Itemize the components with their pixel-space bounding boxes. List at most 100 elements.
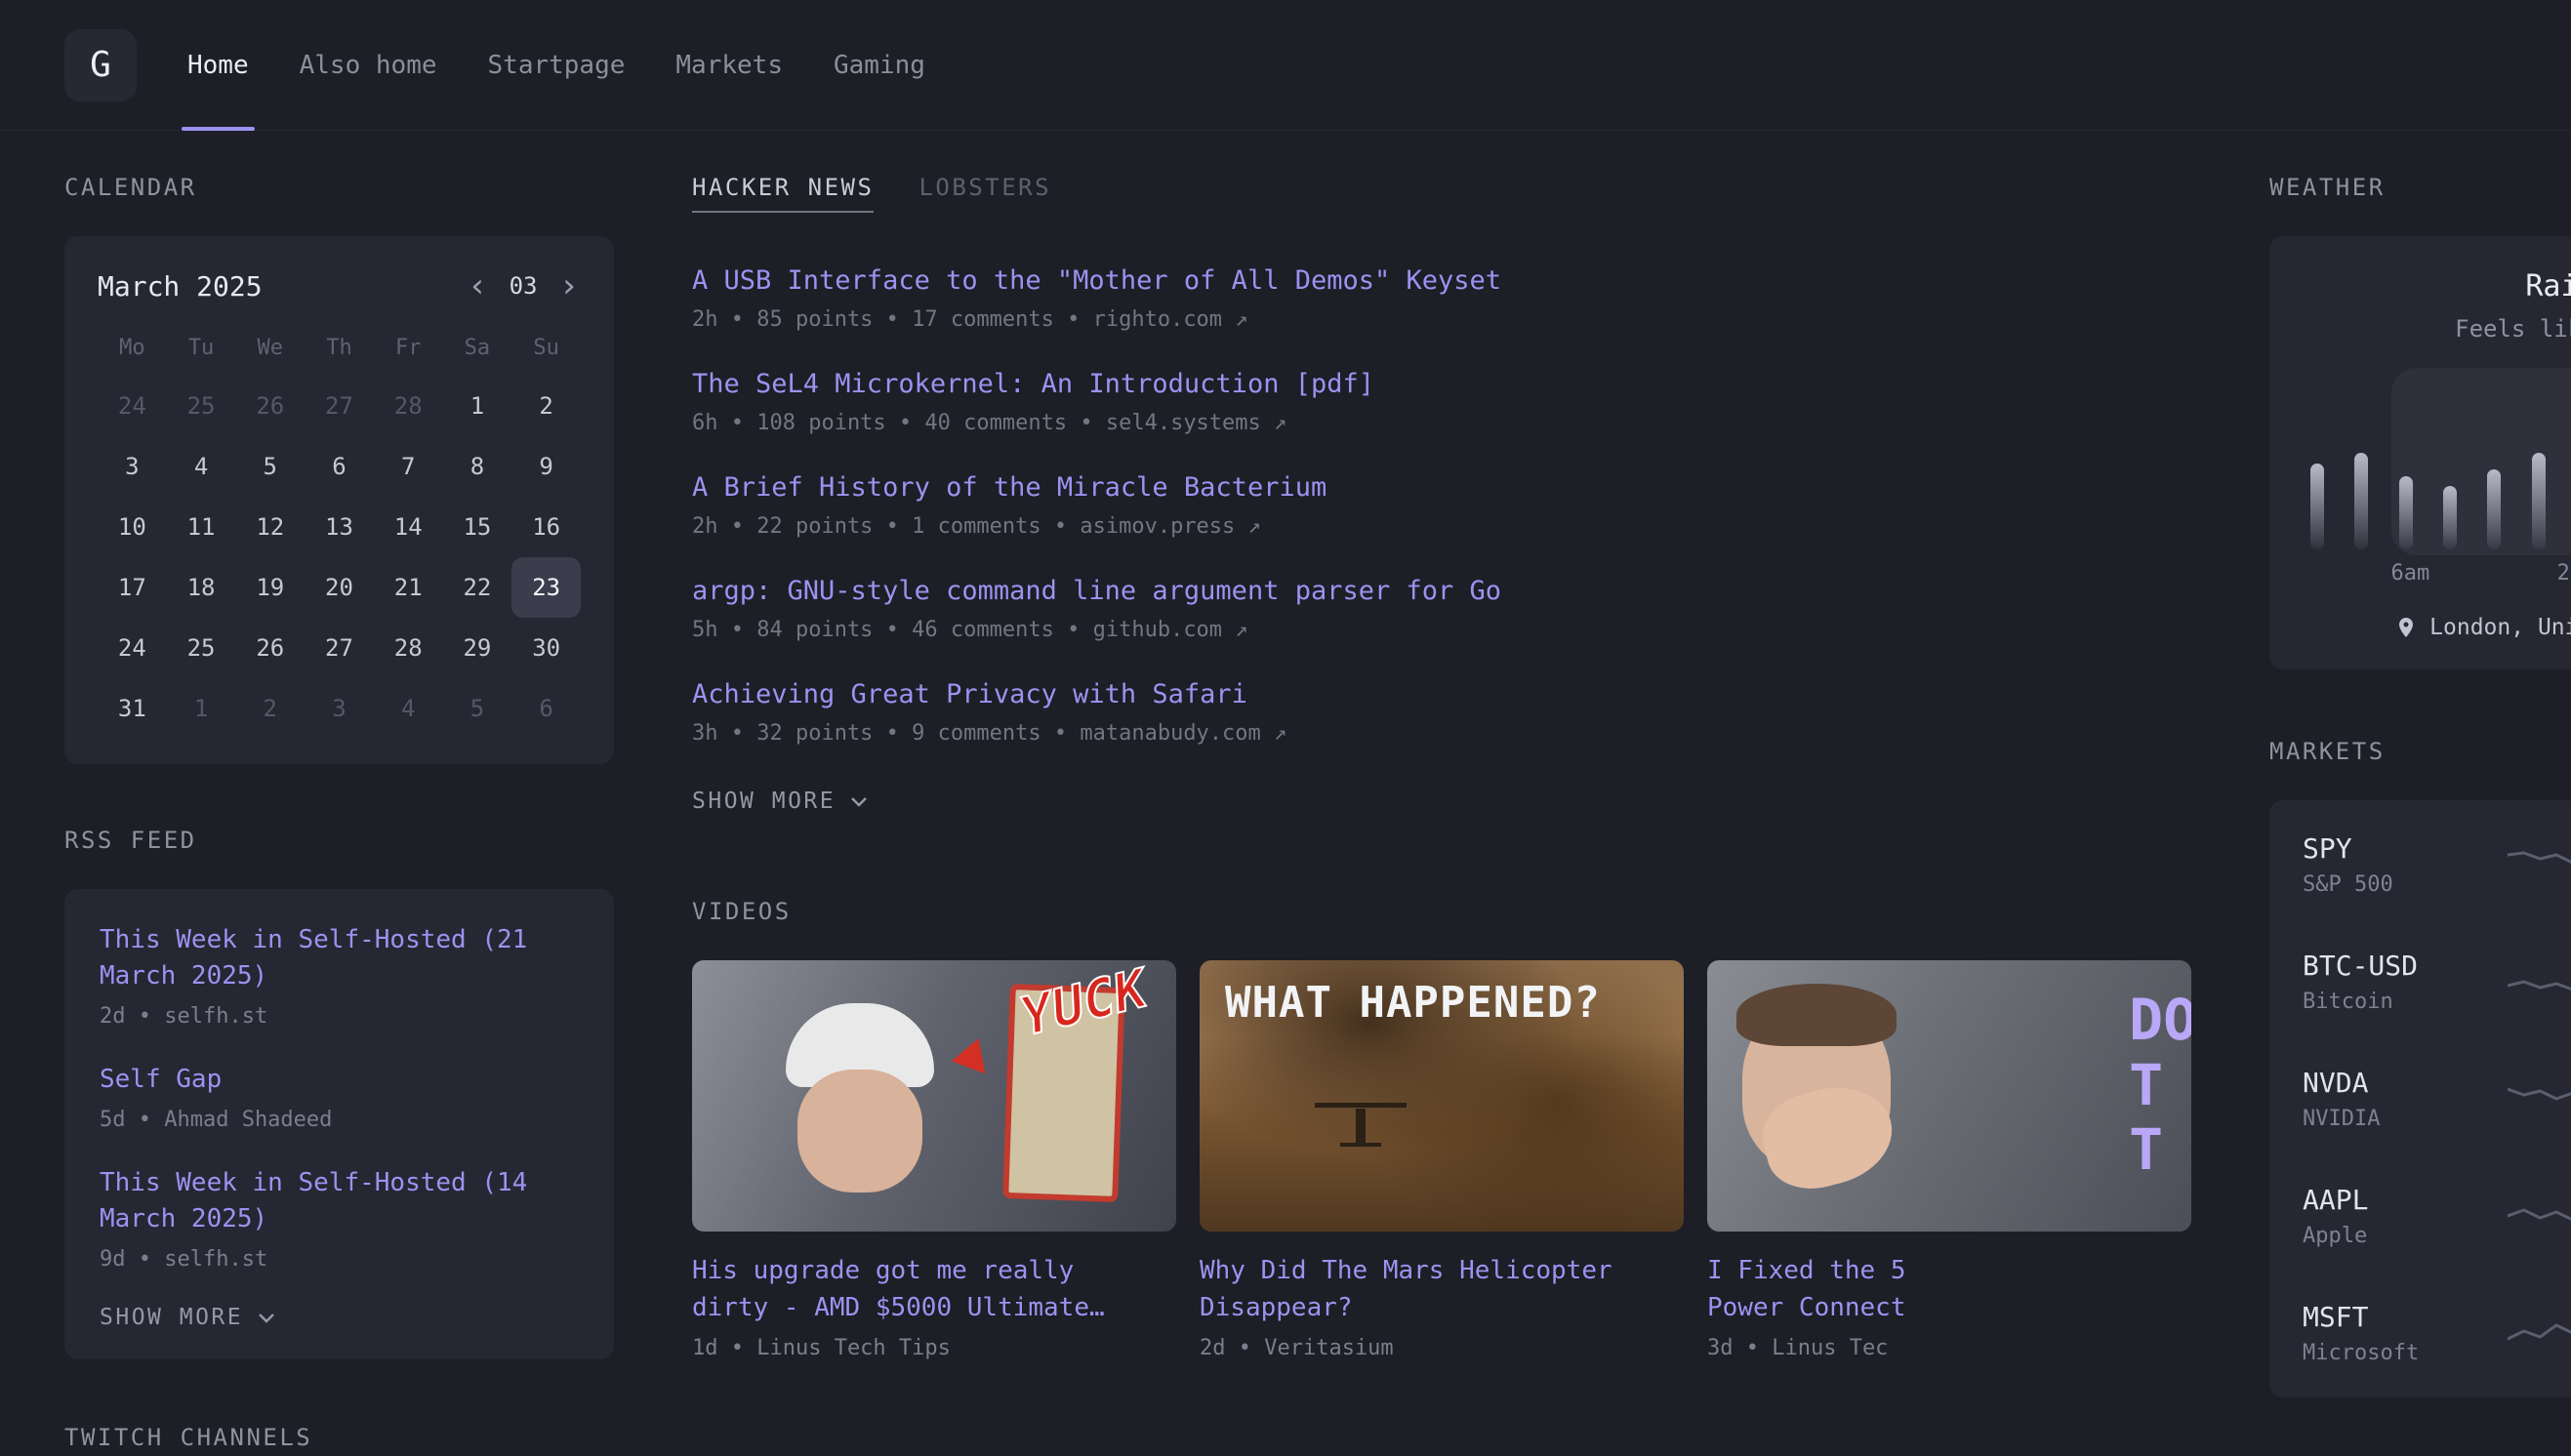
weather-location: London, United Kingdom (2429, 615, 2571, 640)
calendar-day: 18 (167, 557, 236, 618)
news-item-meta: 2h • 22 points • 1 comments • asimov.pre… (692, 514, 2191, 539)
nav-tab-gaming[interactable]: Gaming (808, 0, 951, 130)
rss-item-meta: 2d • selfh.st (100, 1004, 579, 1029)
video-thumbnail[interactable]: YUCK (692, 960, 1176, 1232)
news-item: A USB Interface to the "Mother of All De… (692, 265, 2191, 332)
calendar-day: 2 (511, 376, 581, 436)
weekday-label: Sa (443, 326, 512, 370)
rss-item-title[interactable]: Self Gap (100, 1062, 579, 1098)
news-item-meta: 2h • 85 points • 17 comments • righto.co… (692, 307, 2191, 332)
news-show-more-label: SHOW MORE (692, 789, 836, 814)
video-card[interactable]: YUCK His upgrade got me really dirty - AM… (692, 960, 1176, 1360)
news-item-title[interactable]: argp: GNU-style command line argument pa… (692, 576, 2191, 606)
calendar-day: 26 (235, 618, 305, 678)
decor-face (797, 1070, 922, 1193)
video-thumbnail[interactable]: WHAT HAPPENED? (1200, 960, 1684, 1232)
weather-card: Rain Feels like 11°C 12° 6am2pm10pm Lond… (2269, 236, 2571, 669)
videos-row: YUCK His upgrade got me really dirty - AM… (692, 960, 2191, 1360)
weather-bar-fill (2399, 476, 2413, 549)
nav-tab-also-home[interactable]: Also home (274, 0, 463, 130)
nav-tab-home[interactable]: Home (162, 0, 274, 130)
video-card[interactable]: WHAT HAPPENED? Why Did The Mars Helicopte… (1200, 960, 1684, 1360)
nav-tab-startpage[interactable]: Startpage (463, 0, 651, 130)
rss-list: This Week in Self-Hosted (21 March 2025)… (100, 922, 579, 1305)
video-title[interactable]: Why Did The Mars Helicopter Disappear? (1200, 1253, 1658, 1326)
video-title[interactable]: I Fixed the 5 Power Connect (1707, 1253, 2166, 1326)
weekday-label: Mo (98, 326, 167, 370)
rss-item-meta: 9d • selfh.st (100, 1247, 579, 1272)
calendar-day: 3 (305, 678, 374, 739)
calendar-day: 5 (235, 436, 305, 497)
market-row-spy[interactable]: SPYS&P 500-0.27%$563.98 (2303, 806, 2571, 923)
sparkline-chart (2508, 958, 2571, 1005)
market-ticker: SPY (2303, 832, 2498, 865)
calendar-day: 24 (98, 376, 167, 436)
market-identity: AAPL Apple (2303, 1184, 2498, 1248)
weather-location-row: London, United Kingdom (2306, 615, 2571, 640)
calendar-days-grid: 2425262728123456789101112131415161718192… (98, 376, 581, 739)
center-column: HACKER NEWS LOBSTERS A USB Interface to t… (692, 174, 2191, 1360)
sparkline-chart (2508, 1193, 2571, 1239)
calendar-day: 15 (443, 497, 512, 557)
weather-bar (2399, 384, 2413, 549)
rss-item-title[interactable]: This Week in Self-Hosted (14 March 2025) (100, 1165, 579, 1237)
market-name: Apple (2303, 1224, 2498, 1248)
news-tab-hacker-news[interactable]: HACKER NEWS (692, 174, 874, 213)
nav-tab-markets[interactable]: Markets (650, 0, 808, 130)
video-meta: 2d • Veritasium (1200, 1336, 1684, 1360)
weather-bar (2487, 384, 2501, 549)
video-thumbnail[interactable]: DO T T (1707, 960, 2191, 1232)
calendar-day: 22 (443, 557, 512, 618)
weather-time-label: 6am (2389, 561, 2431, 586)
videos-widget: VIDEOS YUCKHis upgrade got me really dir… (692, 898, 2191, 1360)
news-item-title[interactable]: Achieving Great Privacy with Safari (692, 679, 2191, 709)
calendar-day: 16 (511, 497, 581, 557)
market-name: S&P 500 (2303, 872, 2498, 897)
calendar-prev-button[interactable]: ‹ (466, 269, 489, 303)
rss-show-more-button[interactable]: SHOW MORE (100, 1305, 579, 1330)
news-item-meta: 5h • 84 points • 46 comments • github.co… (692, 618, 2191, 642)
sparkline-chart (2508, 1075, 2571, 1122)
news-tab-lobsters[interactable]: LOBSTERS (918, 174, 1051, 213)
calendar-month-number: 03 (510, 272, 538, 300)
rss-show-more-label: SHOW MORE (100, 1305, 243, 1330)
weather-time-spacer (2514, 561, 2556, 586)
weekday-label: Th (305, 326, 374, 370)
market-row-nvda[interactable]: NVDANVIDIA-0.70%$117.70 (2303, 1040, 2571, 1157)
news-show-more-button[interactable]: SHOW MORE (692, 789, 871, 814)
market-row-msft[interactable]: MSFTMicrosoft+1.14%$391.26 (2303, 1274, 2571, 1392)
calendar-next-button[interactable]: › (557, 269, 581, 303)
calendar-day: 25 (167, 618, 236, 678)
rss-item-title[interactable]: This Week in Self-Hosted (21 March 2025) (100, 922, 579, 994)
twitch-widget: TWITCH CHANNELS (64, 1424, 614, 1451)
calendar-card: March 2025 ‹ 03 › MoTuWeThFrSaSu 2425262… (64, 236, 614, 764)
news-item-title[interactable]: A USB Interface to the "Mother of All De… (692, 265, 2191, 296)
weather-bar (2354, 384, 2368, 549)
calendar-day: 19 (235, 557, 305, 618)
news-tabs: HACKER NEWS LOBSTERS (692, 174, 2191, 213)
app-logo[interactable]: G (64, 29, 137, 101)
news-item-title[interactable]: A Brief History of the Miracle Bacterium (692, 472, 2191, 503)
calendar-controls: ‹ 03 › (466, 269, 581, 303)
chevron-down-icon (255, 1306, 278, 1329)
calendar-day: 31 (98, 678, 167, 739)
decor-arrow (952, 1038, 999, 1085)
video-title[interactable]: His upgrade got me really dirty - AMD $5… (692, 1253, 1151, 1326)
weather-time-labels: 6am2pm10pm (2306, 561, 2571, 586)
calendar-day: 28 (374, 618, 443, 678)
calendar-day: 4 (167, 436, 236, 497)
weekday-label: Fr (374, 326, 443, 370)
market-row-aapl[interactable]: AAPLApple+1.95%$218.27 (2303, 1157, 2571, 1274)
calendar-day: 1 (443, 376, 512, 436)
calendar-day: 25 (167, 376, 236, 436)
sparkline-chart (2508, 841, 2571, 888)
market-ticker: AAPL (2303, 1184, 2498, 1216)
location-pin-icon (2394, 616, 2418, 639)
sparkline-chart (2508, 1310, 2571, 1356)
market-row-btc-usd[interactable]: BTC-USDBitcoin+1.39%$84,999.29 (2303, 923, 2571, 1040)
rss-card: This Week in Self-Hosted (21 March 2025)… (64, 889, 614, 1359)
video-card[interactable]: DO T TI Fixed the 5 Power Connect3d • Li… (1707, 960, 2191, 1360)
calendar-day: 3 (98, 436, 167, 497)
news-item-title[interactable]: The SeL4 Microkernel: An Introduction [p… (692, 369, 2191, 399)
weather-bar (2310, 384, 2324, 549)
